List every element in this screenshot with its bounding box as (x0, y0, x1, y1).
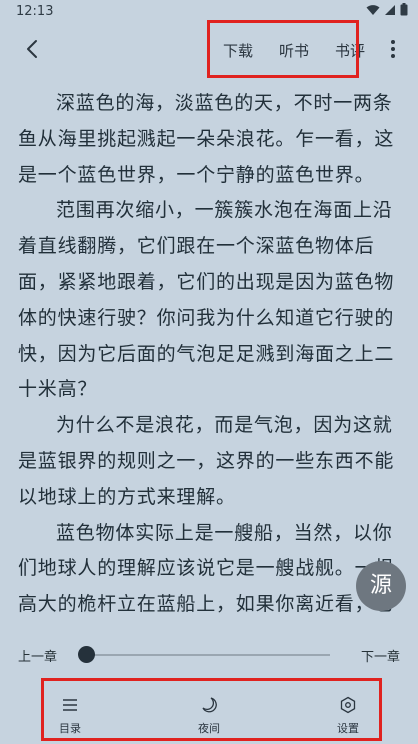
tab-catalog[interactable]: 目录 (40, 696, 100, 736)
source-button[interactable]: 源 (356, 561, 406, 611)
signal-icon (385, 4, 395, 15)
prev-chapter-button[interactable]: 上一章 (18, 646, 57, 665)
settings-icon (340, 696, 356, 714)
wifi-icon (366, 4, 380, 15)
tab-settings[interactable]: 设置 (318, 696, 378, 736)
tab-night-mode[interactable]: 夜间 (179, 696, 239, 736)
chapter-nav: 上一章 下一章 (0, 636, 418, 676)
bottom-bar: 目录 夜间 设置 (0, 684, 418, 744)
book-review-button[interactable]: 书评 (335, 40, 365, 61)
download-button[interactable]: 下载 (223, 40, 253, 61)
paragraph: 范围再次缩小，一簇簇水泡在海面上沿着直线翻腾，它们跟在一个深蓝色物体后面，紧紧地… (18, 199, 395, 401)
chapter-progress-thumb[interactable] (78, 646, 95, 663)
tab-label: 设置 (337, 722, 359, 735)
tab-label: 目录 (59, 722, 81, 735)
listen-book-button[interactable]: 听书 (279, 40, 309, 61)
top-actions: 下载 听书 书评 (207, 26, 375, 74)
next-chapter-button[interactable]: 下一章 (361, 646, 400, 665)
back-arrow-icon[interactable] (20, 36, 46, 62)
status-time: 12:13 (16, 4, 54, 19)
paragraph: 蓝色物体实际上是一艘船，当然，以你们地球人的理解应该说它是一艘战舰。一根高大的桅… (18, 521, 395, 616)
status-bar: 12:13 (0, 0, 418, 26)
chapter-content: 深蓝色的海，淡蓝色的天，不时一两条鱼从海里挑起溅起一朵朵浪花。乍一看，这是一个蓝… (18, 86, 404, 626)
chapter-progress-track[interactable] (86, 654, 330, 656)
battery-icon (400, 3, 408, 16)
status-icons (366, 3, 408, 16)
more-options-icon[interactable] (384, 36, 402, 62)
top-bar: 下载 听书 书评 (0, 26, 418, 74)
paragraph: 深蓝色的海，淡蓝色的天，不时一两条鱼从海里挑起溅起一朵朵浪花。乍一看，这是一个蓝… (18, 92, 395, 186)
menu-icon (63, 699, 77, 711)
paragraph: 为什么不是浪花，而是气泡，因为这就是蓝银界的规则之一，这界的一些东西不能以地球上… (18, 414, 395, 508)
moon-icon (202, 697, 217, 713)
tab-label: 夜间 (198, 722, 220, 735)
